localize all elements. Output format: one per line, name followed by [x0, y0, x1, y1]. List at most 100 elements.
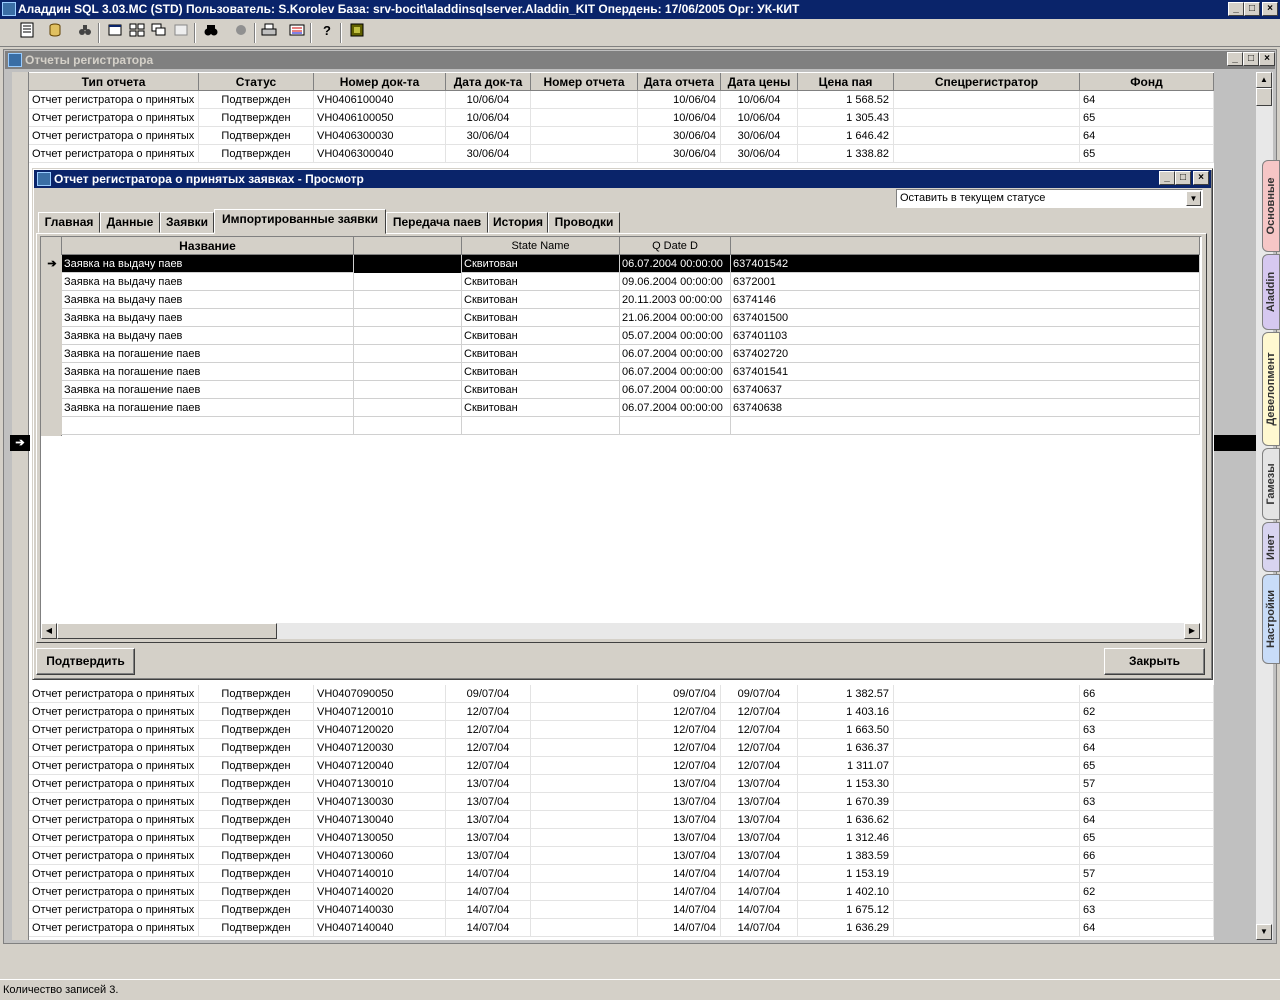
- table-cell: [531, 145, 638, 163]
- list-item[interactable]: [42, 417, 1200, 435]
- stop-icon[interactable]: [230, 22, 252, 44]
- table-row[interactable]: Отчет регистратора о принятых Подтвержден…: [29, 703, 1214, 721]
- side-tab-inet[interactable]: Инет: [1262, 522, 1280, 572]
- table-row[interactable]: Отчет регистратора о принятых Подтвержден…: [29, 109, 1214, 127]
- close-dialog-button[interactable]: Закрыть: [1104, 648, 1205, 675]
- table-row[interactable]: Отчет регистратора о принятых Подтвержден…: [29, 685, 1214, 703]
- print-icon[interactable]: [258, 22, 280, 44]
- column-header[interactable]: Дата док-та: [446, 73, 531, 91]
- imported-column-header[interactable]: [354, 237, 462, 255]
- close-button[interactable]: ×: [1262, 2, 1278, 16]
- table-cell: 66: [1080, 847, 1214, 865]
- mdi-maximize-button[interactable]: □: [1243, 52, 1259, 66]
- status-select[interactable]: Оставить в текущем статусе ▼: [896, 189, 1203, 208]
- table-row[interactable]: Отчет регистратора о принятых Подтвержден…: [29, 793, 1214, 811]
- binoculars-settings-icon[interactable]: [74, 22, 96, 44]
- column-header[interactable]: Номер док-та: [314, 73, 446, 91]
- table-row[interactable]: Отчет регистратора о принятых Подтвержден…: [29, 145, 1214, 163]
- maximize-button[interactable]: □: [1244, 2, 1260, 16]
- list-item[interactable]: ➔ Заявка на выдачу паев Сквитован 06.07.200…: [42, 255, 1200, 273]
- mdi-close-button[interactable]: ×: [1259, 52, 1275, 66]
- table-row[interactable]: Отчет регистратора о принятых Подтвержден…: [29, 91, 1214, 109]
- table-cell: Подтвержден: [199, 829, 314, 847]
- side-tab-settings[interactable]: Настройки: [1262, 574, 1280, 664]
- tab-1[interactable]: Данные: [100, 212, 160, 233]
- column-header[interactable]: Дата цены: [721, 73, 798, 91]
- tab-0[interactable]: Главная: [38, 212, 100, 233]
- dialog-maximize-button[interactable]: □: [1175, 171, 1191, 185]
- dialog-close-button[interactable]: ×: [1193, 171, 1209, 185]
- side-tab-development[interactable]: Девелопмент: [1262, 332, 1280, 446]
- chevron-down-icon[interactable]: ▼: [1186, 191, 1201, 206]
- scroll-thumb[interactable]: [1256, 88, 1272, 106]
- column-header[interactable]: Цена пая: [798, 73, 894, 91]
- side-tab-aladdin[interactable]: Aladdin: [1262, 254, 1280, 330]
- db-icon[interactable]: [44, 22, 66, 44]
- minimize-button[interactable]: _: [1228, 2, 1244, 16]
- list-item[interactable]: Заявка на погашение паев Сквитован 06.07.2…: [42, 381, 1200, 399]
- table-cell: 13/07/04: [446, 793, 531, 811]
- scroll-left-arrow-icon[interactable]: ◀: [41, 623, 57, 639]
- dialog-minimize-button[interactable]: _: [1159, 171, 1175, 185]
- table-cell: 14/07/04: [721, 865, 798, 883]
- table-icon[interactable]: [16, 22, 38, 44]
- table-row[interactable]: Отчет регистратора о принятых Подтвержден…: [29, 721, 1214, 739]
- scroll-right-arrow-icon[interactable]: ▶: [1184, 623, 1200, 639]
- table-row[interactable]: Отчет регистратора о принятых Подтвержден…: [29, 127, 1214, 145]
- table-cell: VH0407140040: [314, 919, 446, 937]
- table-row[interactable]: Отчет регистратора о принятых Подтвержден…: [29, 775, 1214, 793]
- table-row[interactable]: Отчет регистратора о принятых Подтвержден…: [29, 901, 1214, 919]
- scroll-up-arrow-icon[interactable]: ▲: [1256, 72, 1272, 88]
- table-row[interactable]: Отчет регистратора о принятых Подтвержден…: [29, 811, 1214, 829]
- list-item[interactable]: Заявка на выдачу паев Сквитован 09.06.2004…: [42, 273, 1200, 291]
- column-header[interactable]: Спецрегистратор: [894, 73, 1080, 91]
- help-icon[interactable]: ?: [316, 22, 338, 44]
- dialog-title: Отчет регистратора о принятых заявках - …: [54, 172, 364, 186]
- cascade-icon[interactable]: [148, 22, 170, 44]
- table-row[interactable]: Отчет регистратора о принятых Подтвержден…: [29, 919, 1214, 937]
- table-cell: VH0406100040: [314, 91, 446, 109]
- imported-column-header[interactable]: Q Date D: [620, 237, 731, 255]
- table-row[interactable]: Отчет регистратора о принятых Подтвержден…: [29, 865, 1214, 883]
- side-tab-osnovnye[interactable]: Основные: [1262, 160, 1280, 252]
- export-icon[interactable]: [286, 22, 308, 44]
- imported-column-header[interactable]: Название: [62, 237, 354, 255]
- tab-6[interactable]: Проводки: [548, 212, 620, 233]
- imported-column-header[interactable]: [731, 237, 1200, 255]
- exit-icon[interactable]: [346, 22, 368, 44]
- table-row[interactable]: Отчет регистратора о принятых Подтвержден…: [29, 757, 1214, 775]
- imported-grid-horizontal-scrollbar[interactable]: ◀ ▶: [41, 623, 1200, 639]
- list-item[interactable]: Заявка на погашение паев Сквитован 06.07.2…: [42, 345, 1200, 363]
- table-row[interactable]: Отчет регистратора о принятых Подтвержден…: [29, 883, 1214, 901]
- imported-column-header[interactable]: State Name: [462, 237, 620, 255]
- tile-icon[interactable]: [126, 22, 148, 44]
- confirm-button[interactable]: Подтвердить: [36, 648, 135, 675]
- list-item[interactable]: Заявка на погашение паев Сквитован 06.07.2…: [42, 363, 1200, 381]
- list-cell: Сквитован: [462, 309, 620, 327]
- table-row[interactable]: Отчет регистратора о принятых Подтвержден…: [29, 847, 1214, 865]
- grid-row-indicator-column: [12, 72, 29, 940]
- column-header[interactable]: Фонд: [1080, 73, 1214, 91]
- side-tab-gamezy[interactable]: Гамезы: [1262, 448, 1280, 520]
- list-item[interactable]: Заявка на выдачу паев Сквитован 05.07.2004…: [42, 327, 1200, 345]
- column-header[interactable]: Статус: [199, 73, 314, 91]
- column-header[interactable]: Номер отчета: [531, 73, 638, 91]
- list-item[interactable]: Заявка на выдачу паев Сквитован 20.11.2003…: [42, 291, 1200, 309]
- window-icon[interactable]: [104, 22, 126, 44]
- window2-icon[interactable]: [170, 22, 192, 44]
- tab-3[interactable]: Импортированные заявки: [214, 209, 386, 234]
- tab-5[interactable]: История: [488, 212, 548, 233]
- table-cell: 30/06/04: [446, 145, 531, 163]
- tab-2[interactable]: Заявки: [160, 212, 214, 233]
- table-row[interactable]: Отчет регистратора о принятых Подтвержден…: [29, 829, 1214, 847]
- search-icon[interactable]: [200, 22, 222, 44]
- list-item[interactable]: Заявка на погашение паев Сквитован 06.07.2…: [42, 399, 1200, 417]
- column-header[interactable]: Тип отчета: [29, 73, 199, 91]
- list-item[interactable]: Заявка на выдачу паев Сквитован 21.06.2004…: [42, 309, 1200, 327]
- tab-4[interactable]: Передача паев: [386, 212, 488, 233]
- column-header[interactable]: Дата отчета: [638, 73, 721, 91]
- scroll-down-arrow-icon[interactable]: ▼: [1256, 924, 1272, 940]
- table-row[interactable]: Отчет регистратора о принятых Подтвержден…: [29, 739, 1214, 757]
- horizontal-scroll-thumb[interactable]: [57, 623, 277, 639]
- mdi-minimize-button[interactable]: _: [1227, 52, 1243, 66]
